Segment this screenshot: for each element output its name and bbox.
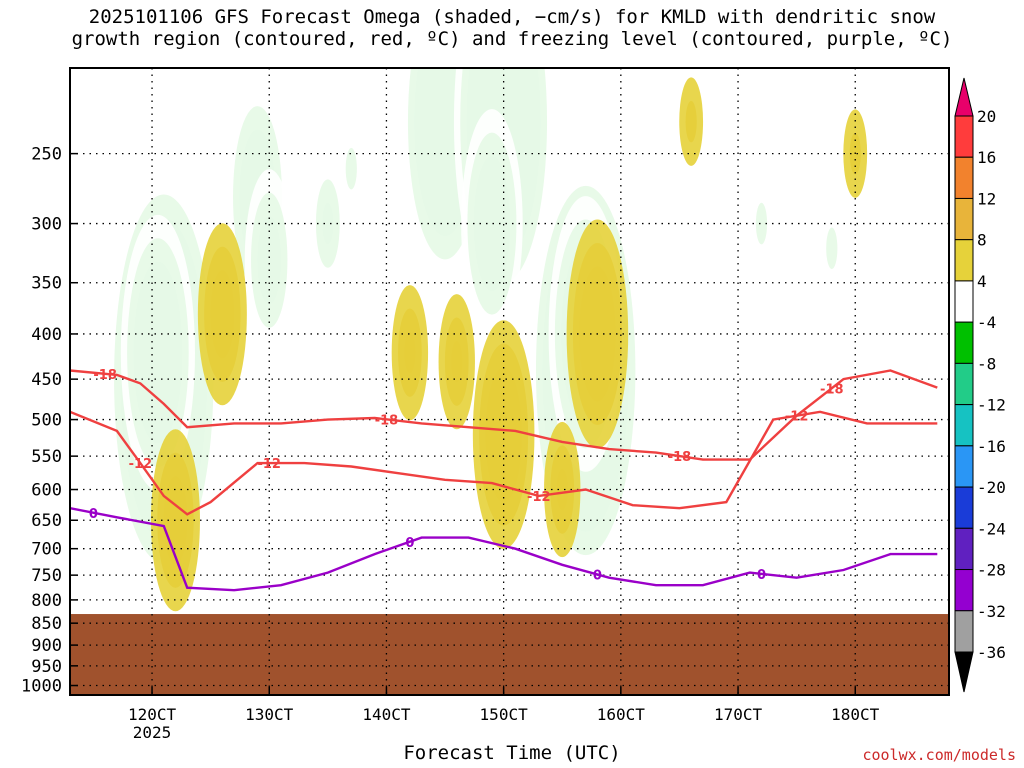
colorbar-label: -16 [977,437,1006,456]
colorbar-swatch [954,404,974,447]
y-tick-label: 900 [31,636,62,656]
omega-blob-3 [244,169,294,352]
terrain-fill [70,614,949,695]
colorbar-swatch [954,610,974,653]
y-tick-label: 750 [31,566,62,586]
colorbar-label: -24 [977,519,1006,538]
colorbar-label: 16 [977,148,996,167]
colorbar-label: -12 [977,396,1006,415]
colorbar-swatch [954,486,974,529]
colorbar-label: -36 [977,643,1006,662]
colorbar-swatch [954,321,974,364]
y-tick-label: 400 [31,325,62,345]
omega-blob-15 [391,285,429,421]
colorbar-bottom-triangle [954,651,974,693]
contour-label: -18 [668,450,692,465]
credit-text: coolwx.com/models [862,746,1016,764]
colorbar-swatch [954,239,974,282]
y-tick-label: 600 [31,481,62,501]
colorbar-legend: 20 16 12 8 4 -4 -8 -12 -16 -20 -24 -28 -32 -36 [954,77,1006,693]
colorbar-swatch [954,156,974,199]
contour-label: -12 [527,490,551,505]
colorbar-label: 4 [977,272,987,291]
contour-label: 0 [593,569,602,584]
y-tick-label: 950 [31,657,62,677]
omega-blob-12 [819,204,844,293]
contour-label: 0 [89,507,98,522]
x-tick-label: 130CT [245,705,294,724]
colorbar-swatch [954,362,974,406]
omega-shading [107,68,868,612]
y-tick-label: 250 [31,145,62,165]
x-tick-label: 180CT [831,705,880,724]
x-tick-label: 120CT [128,705,177,724]
omega-blob-16 [438,294,475,430]
colorbar-swatch [954,115,974,158]
x-tick-label: 160CT [597,705,646,724]
x-tick-label: 170CT [714,705,763,724]
colorbar-swatch [954,569,974,612]
colorbar-swatch [954,445,974,488]
colorbar-label: -4 [977,313,996,332]
colorbar-label: -28 [977,561,1006,580]
y-tick-label: 300 [31,215,62,235]
y-tick-label: 800 [31,591,62,611]
colorbar-label: -8 [977,354,996,373]
omega-blob-5 [339,124,364,213]
omega-blob-14 [197,223,247,406]
y-tick-label: 850 [31,614,62,634]
contour-label: -18 [820,383,844,398]
y-tick-label: 350 [31,274,62,294]
y-tick-label: 450 [31,370,62,390]
y-tick-label: 700 [31,540,62,560]
colorbar-label: 20 [977,107,996,126]
contour-label: 0 [405,536,414,551]
colorbar-label: -20 [977,478,1006,497]
colorbar-top-triangle [954,77,974,117]
contour-label: -18 [375,413,399,428]
x-tick-label: 140CT [362,705,411,724]
colorbar-swatch [954,197,974,241]
colorbar-label: 12 [977,189,996,208]
y-tick-label: 550 [31,447,62,467]
y-tick-label: 1000 [21,677,62,697]
colorbar-label: -32 [977,602,1006,621]
contour-label: 0 [757,568,766,583]
colorbar-swatch [954,280,974,323]
colorbar-swatch [954,527,974,571]
colorbar-label: 8 [977,231,987,250]
contour-label: -12 [129,457,153,472]
contour-label: -12 [785,410,809,425]
omega-time-height-chart: -18 -18 -18 -18 -12 -12 -12 -12 0 0 0 0 250 300 350 40… [21,67,1006,742]
x-sub-label: 2025 [133,723,172,742]
y-tick-label: 650 [31,511,62,531]
omega-blob-20 [679,77,704,166]
y-tick-label: 500 [31,411,62,431]
contour-label: -18 [93,368,117,383]
x-tick-label: 150CT [480,705,529,724]
contour-label: -12 [257,457,281,472]
